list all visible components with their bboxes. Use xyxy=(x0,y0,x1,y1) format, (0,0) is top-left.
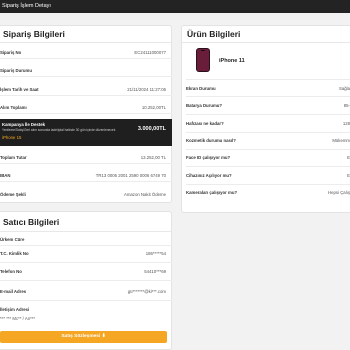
product-image xyxy=(196,48,210,72)
seller-address-value: *** *** Mc** / An*** xyxy=(0,316,36,321)
divider xyxy=(0,262,172,263)
divider xyxy=(0,300,172,301)
divider xyxy=(186,132,350,133)
iban-label: IBAN xyxy=(0,173,11,178)
battery-label: Batarya Durumu? xyxy=(186,103,223,108)
cosmetic-value: Mükemm xyxy=(332,138,350,143)
battery-value: 85- xyxy=(343,103,350,108)
order-total-row: Alım Toplamı 10.252,00TL xyxy=(0,100,172,114)
divider xyxy=(0,280,172,281)
divider xyxy=(0,245,172,246)
grand-total-value: 13.252,00 TL xyxy=(140,155,166,160)
cameras-label: Kameraları çalışıyor mu? xyxy=(186,190,238,195)
order-date-label: İşlem Tarih ve Saat xyxy=(0,87,39,92)
order-number-label: Sipariş No xyxy=(0,50,22,55)
grand-total-row: Toplam Tutar 13.252,00 TL xyxy=(0,150,172,164)
divider xyxy=(186,166,350,167)
payment-method-label: Ödeme Şekli xyxy=(0,192,26,197)
campaign-note: Yenileme/Satış/Geri alım sonunda iade/ip… xyxy=(2,128,116,132)
divider xyxy=(186,114,350,115)
cosmetic-label: Kozmetik durumu nasıl? xyxy=(186,138,236,143)
order-number-row: Sipariş No EC24111000077 xyxy=(0,45,172,59)
order-date-row: İşlem Tarih ve Saat 21/11/2024 11:27:06 xyxy=(0,82,172,96)
storage-value: 128 xyxy=(342,121,350,126)
seller-phone-value: 54410***69 xyxy=(144,269,166,274)
storage-label: Hafızası ne kadar? xyxy=(186,121,224,126)
order-number-value: EC24111000077 xyxy=(134,50,166,55)
seller-info-title: Satıcı Bilgileri xyxy=(0,212,171,232)
phone-screen xyxy=(197,49,209,71)
campaign-product: iPhone 15 xyxy=(2,135,22,140)
phone-notch xyxy=(201,50,205,51)
campaign-value: 3.000,00TL xyxy=(137,126,166,132)
seller-name: Ürkem Cüre xyxy=(0,237,25,242)
power-on-label: Cihazınız Açılıyor mu? xyxy=(186,173,232,178)
order-total-value: 10.252,00TL xyxy=(141,105,166,110)
product-info-title: Ürün Bilgileri xyxy=(182,26,350,43)
page-title: Sipariş İşlem Detayı xyxy=(2,3,51,9)
order-status-row: Sipariş Durumu xyxy=(0,63,172,77)
order-total-label: Alım Toplamı xyxy=(0,105,27,110)
screen-status-value: Sağla xyxy=(339,86,350,91)
seller-email-value: gü*******@ki***.com xyxy=(127,289,166,294)
cameras-value: Hepsi Çalış xyxy=(328,190,350,195)
screen-status-label: Ekran Durumu xyxy=(186,86,216,91)
grand-total-label: Toplam Tutar xyxy=(0,155,27,160)
divider xyxy=(186,96,350,97)
seller-tc-value: 186*****54 xyxy=(145,251,166,256)
payment-method-row: Ödeme Şekli Amazon Nakit Ödeme xyxy=(0,186,172,201)
face-id-label: Face ID çalışıyor mu? xyxy=(186,155,231,160)
order-status-label: Sipariş Durumu xyxy=(0,68,32,73)
seller-phone-label: Telefon No xyxy=(0,269,22,274)
seller-email-label: E-mail Adres xyxy=(0,289,27,294)
order-info-title: Sipariş Bilgileri xyxy=(0,26,171,43)
product-name: iPhone 11 xyxy=(219,58,245,64)
divider xyxy=(186,184,350,185)
seller-address-label: İletişim Adresi xyxy=(0,307,30,312)
seller-tc-label: T.C. Kimlik No xyxy=(0,251,29,256)
page-header: Sipariş İşlem Detayı xyxy=(0,0,350,13)
iban-value: TR13 0006 2001 2590 0006 6749 70 xyxy=(95,173,166,178)
campaign-banner: Kampanya İle Destek Yenileme/Satış/Geri … xyxy=(0,119,172,146)
campaign-title: Kampanya İle Destek xyxy=(2,122,45,127)
order-date-value: 21/11/2024 11:27:06 xyxy=(127,87,166,92)
sales-contract-button[interactable]: Satış Sözleşmesi ⬇ xyxy=(0,331,167,343)
divider xyxy=(186,79,350,80)
divider xyxy=(186,149,350,150)
payment-method-value: Amazon Nakit Ödeme xyxy=(123,192,166,197)
iban-row: IBAN TR13 0006 2001 2590 0006 6749 70 xyxy=(0,168,172,182)
